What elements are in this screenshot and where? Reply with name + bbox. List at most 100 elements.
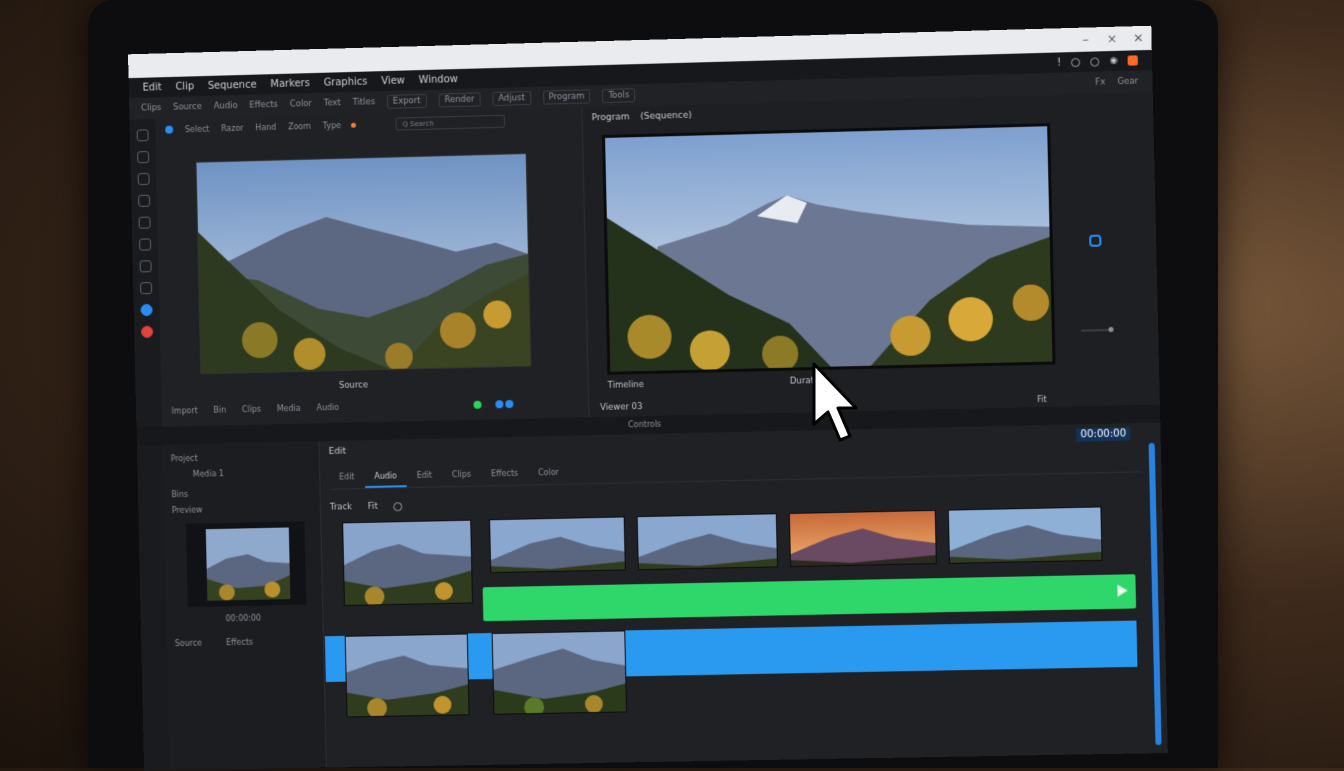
tool-color[interactable]: Color <box>290 99 312 110</box>
program-footer: Viewer 03 <box>600 402 643 413</box>
tool-gear[interactable]: Gear <box>1117 76 1138 87</box>
timeline-fit-label[interactable]: Fit <box>368 502 378 512</box>
menu-clip[interactable]: Clip <box>175 81 194 92</box>
project-row-bins[interactable]: Bins <box>171 490 188 499</box>
fullscreen-icon[interactable] <box>1089 234 1102 247</box>
source-tool-select[interactable]: Select <box>185 124 210 134</box>
timeline-snap-icon[interactable] <box>393 501 403 511</box>
lock-icon[interactable]: ◉ <box>1109 56 1117 66</box>
timeline-timecode: 00:00:00 <box>1076 427 1131 442</box>
video-clip-2[interactable] <box>489 516 626 574</box>
hand-icon[interactable] <box>139 260 152 273</box>
source-footer-bin[interactable]: Bin <box>213 406 226 415</box>
zoom-icon[interactable] <box>140 282 153 295</box>
source-status-icon <box>165 125 174 134</box>
program-video-frame[interactable] <box>601 123 1056 375</box>
source-footer-import[interactable]: Import <box>171 406 197 416</box>
program-badge: (Sequence) <box>640 110 692 123</box>
video-clip-5[interactable] <box>947 506 1103 564</box>
timeline-tab-effects[interactable]: Effects <box>481 465 528 486</box>
program-header: Program (Sequence) <box>592 111 692 124</box>
ripple-edit-icon[interactable] <box>137 172 150 186</box>
timeline-track-label: Track <box>329 502 353 513</box>
project-row-media[interactable]: Media 1 <box>193 469 224 479</box>
video-clip-4-sunset[interactable] <box>788 509 937 568</box>
thumbnail-caption: 00:00:00 <box>225 613 262 624</box>
sync-icon[interactable] <box>505 399 514 408</box>
menu-window[interactable]: Window <box>419 74 458 86</box>
timeline-tab-edit-2[interactable]: Edit <box>407 466 443 487</box>
source-tool-type[interactable]: Type <box>323 121 341 130</box>
blue-tool-icon[interactable] <box>140 303 153 317</box>
volume-slider[interactable] <box>1081 328 1112 332</box>
program-title: Program <box>591 112 630 124</box>
tool-source[interactable]: Source <box>173 102 202 113</box>
minimize-button[interactable]: – <box>1072 32 1099 47</box>
menu-sequence[interactable]: Sequence <box>208 79 257 91</box>
editor-window: – × ✕ Edit Clip Sequence Markers Graphic… <box>128 25 1168 771</box>
project-panel: Project Media 1 Bins Preview 00:00:00 So… <box>162 441 327 771</box>
track-select-icon[interactable] <box>137 151 150 164</box>
menu-edit[interactable]: Edit <box>142 82 161 93</box>
close-button[interactable]: ✕ <box>1125 31 1152 46</box>
tool-adjust[interactable]: Adjust <box>492 91 531 107</box>
tool-fx[interactable]: Fx <box>1095 77 1105 87</box>
track-clip-1[interactable] <box>344 633 470 718</box>
slip-icon[interactable] <box>138 216 151 229</box>
tool-audio[interactable]: Audio <box>214 101 238 112</box>
source-label: Source <box>338 380 369 391</box>
menubar-right-icons: ! ◉ <box>1057 55 1138 68</box>
thumbnail-image <box>205 527 291 601</box>
source-tool-zoom[interactable]: Zoom <box>288 121 311 131</box>
tool-effects[interactable]: Effects <box>249 100 278 111</box>
menu-view[interactable]: View <box>381 75 405 87</box>
link-icon[interactable] <box>495 399 504 408</box>
program-label-left: Timeline <box>607 380 644 391</box>
selection-tool-icon[interactable] <box>136 129 149 142</box>
tool-render[interactable]: Render <box>438 92 481 108</box>
timeline-tab-clips[interactable]: Clips <box>442 466 482 487</box>
menu-graphics[interactable]: Graphics <box>324 76 368 88</box>
tool-export[interactable]: Export <box>386 93 427 109</box>
timeline-tab-audio[interactable]: Audio <box>364 467 408 489</box>
project-row-source[interactable]: Source <box>175 639 202 648</box>
source-footer-audio[interactable]: Audio <box>316 403 339 412</box>
source-search-input[interactable]: Q Search <box>395 114 505 131</box>
menu-markers[interactable]: Markers <box>270 78 310 90</box>
project-row-effects[interactable]: Effects <box>226 638 253 647</box>
tool-clips[interactable]: Clips <box>141 103 161 113</box>
source-video-frame[interactable] <box>195 153 532 375</box>
share-icon[interactable] <box>1090 56 1100 67</box>
project-row-preview[interactable]: Preview <box>172 505 203 515</box>
source-tool-hand[interactable]: Hand <box>255 122 276 132</box>
source-footer-media[interactable]: Media <box>277 404 301 413</box>
tool-program[interactable]: Program <box>542 89 591 105</box>
play-icon[interactable] <box>1117 584 1128 597</box>
program-fit-select[interactable]: Fit <box>1037 395 1047 404</box>
timeline-tab-edit[interactable]: Edit <box>329 468 365 489</box>
timeline-title: Edit <box>328 446 347 457</box>
settings-icon[interactable] <box>1070 57 1081 67</box>
timeline-tab-color[interactable]: Color <box>528 464 569 485</box>
track-clip-2[interactable] <box>491 630 628 715</box>
project-row-project[interactable]: Project <box>171 454 198 464</box>
video-clip-1[interactable] <box>342 519 474 606</box>
alert-icon[interactable]: ! <box>1057 57 1061 68</box>
record-icon[interactable] <box>1127 55 1138 66</box>
audio-track-green[interactable] <box>482 574 1137 622</box>
clip-thumbnail-preview[interactable] <box>185 521 307 608</box>
razor-icon[interactable] <box>138 194 151 207</box>
timeline-scrollbar[interactable] <box>1148 442 1162 746</box>
online-status-icon <box>473 400 482 409</box>
pen-icon[interactable] <box>139 238 152 251</box>
timeline-subheader: Track Fit <box>329 501 403 513</box>
tool-tools[interactable]: Tools <box>602 88 636 104</box>
tool-titles[interactable]: Titles <box>353 97 376 108</box>
source-footer-clips[interactable]: Clips <box>242 405 261 414</box>
record-tool-icon[interactable] <box>141 325 154 338</box>
source-tool-razor[interactable]: Razor <box>221 123 244 133</box>
maximize-button[interactable]: × <box>1099 31 1126 46</box>
video-clip-3[interactable] <box>636 513 779 571</box>
tool-text[interactable]: Text <box>324 98 341 108</box>
mountain-image <box>196 154 531 374</box>
